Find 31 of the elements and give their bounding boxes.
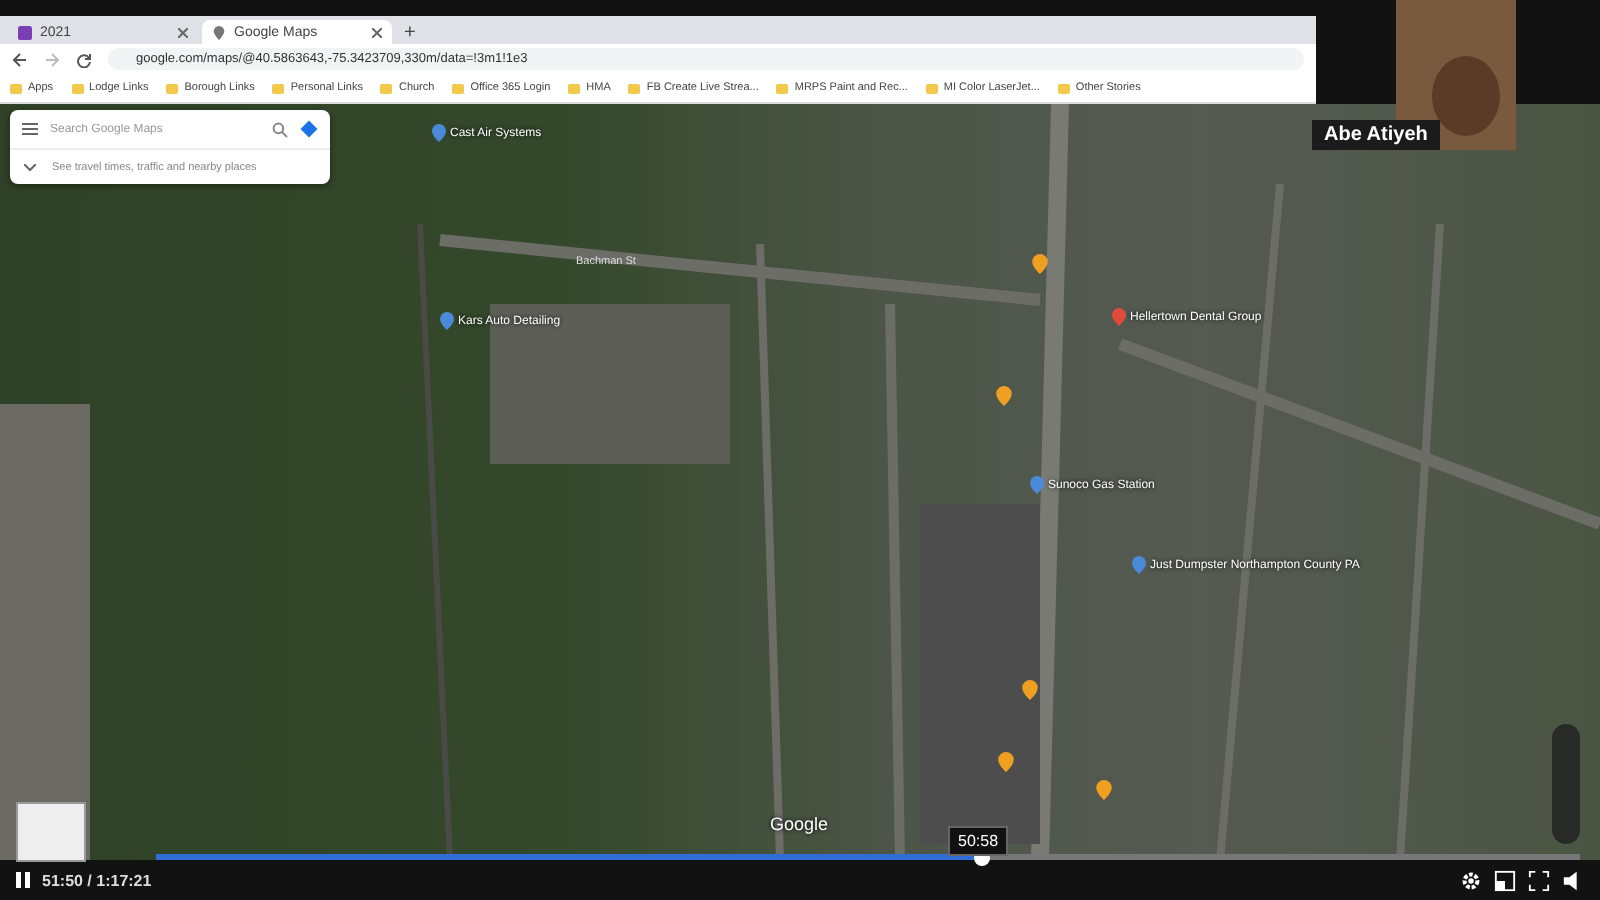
map-background[interactable] bbox=[0, 104, 1600, 860]
map-pin-icon[interactable] bbox=[1032, 254, 1048, 274]
map-pin-icon[interactable] bbox=[432, 124, 446, 142]
reload-icon[interactable] bbox=[76, 51, 92, 67]
map-pin-icon[interactable] bbox=[1132, 556, 1146, 574]
directions-icon[interactable] bbox=[300, 120, 318, 138]
gear-icon[interactable] bbox=[1460, 869, 1482, 891]
map-pin-icon[interactable] bbox=[998, 752, 1014, 772]
fullscreen-icon[interactable] bbox=[1528, 869, 1550, 891]
chevron-down-icon[interactable] bbox=[24, 163, 36, 171]
map-pin-icon[interactable] bbox=[1022, 680, 1038, 700]
app-icon bbox=[18, 25, 32, 39]
map-pin-icon[interactable] bbox=[1030, 476, 1044, 494]
new-tab-button[interactable]: + bbox=[396, 22, 424, 44]
map-pin-icon[interactable] bbox=[440, 312, 454, 330]
progress-track[interactable] bbox=[156, 854, 1580, 860]
map-pin-icon bbox=[212, 25, 226, 39]
participant-name: Abe Atiyeh bbox=[1312, 120, 1440, 150]
preview-time-tooltip: 50:58 bbox=[948, 826, 1009, 856]
close-icon[interactable] bbox=[178, 27, 188, 37]
preview-thumbnail bbox=[16, 802, 86, 862]
map-pin-icon[interactable] bbox=[996, 386, 1012, 406]
back-arrow-icon[interactable] bbox=[12, 51, 28, 67]
map-pin-icon[interactable] bbox=[1096, 780, 1112, 800]
search-icon[interactable] bbox=[272, 121, 288, 137]
menu-icon[interactable] bbox=[22, 122, 38, 136]
map-attribution: Google bbox=[770, 814, 829, 834]
playback-time: 51:50 / 1:17:21 bbox=[42, 871, 152, 889]
picture-in-picture-icon[interactable] bbox=[1494, 869, 1516, 891]
close-icon[interactable] bbox=[372, 27, 382, 37]
pause-button[interactable] bbox=[16, 872, 30, 888]
